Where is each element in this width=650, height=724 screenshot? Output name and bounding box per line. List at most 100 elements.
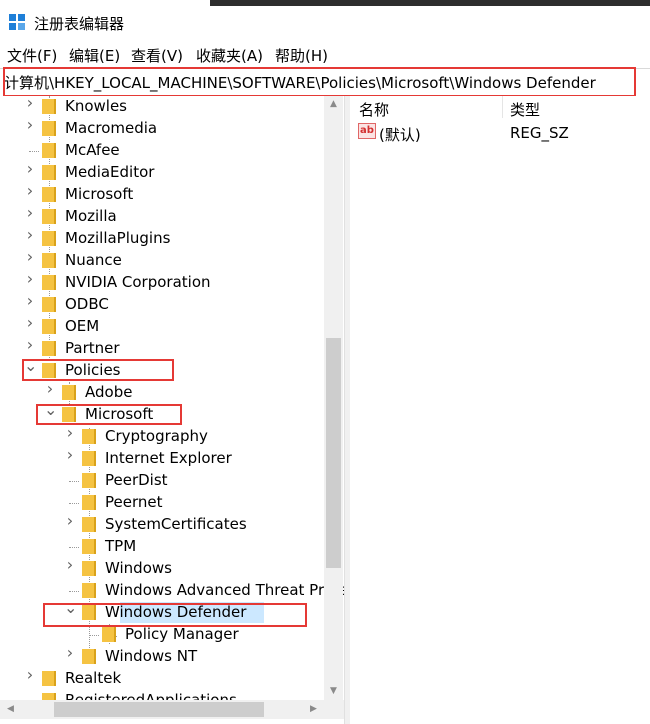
folder-icon	[42, 121, 56, 136]
tree-item-label: Windows Defender	[105, 603, 247, 621]
tree-item-label: Microsoft	[65, 185, 134, 203]
folder-icon	[42, 165, 56, 180]
tree-item[interactable]: › NVIDIA Corporation	[0, 271, 330, 294]
tree-item[interactable]: › ODBC	[0, 293, 330, 316]
tree-item[interactable]: › Microsoft	[0, 183, 330, 206]
chevron-down-icon[interactable]: ⌄	[64, 600, 77, 616]
title-bar-dark-strip	[210, 0, 650, 6]
tree-item[interactable]: › MozillaPlugins	[0, 227, 330, 250]
chevron-down-icon[interactable]: ⌄	[24, 358, 37, 374]
folder-icon	[102, 627, 116, 642]
tree-line	[69, 503, 79, 504]
chevron-right-icon[interactable]: ›	[24, 249, 36, 265]
column-header-type[interactable]: 类型	[510, 99, 540, 120]
menu-view[interactable]: 查看(V)	[131, 45, 183, 66]
chevron-right-icon[interactable]: ›	[64, 513, 76, 529]
string-value-icon: ab	[358, 123, 376, 139]
chevron-right-icon[interactable]: ›	[24, 271, 36, 287]
tree-item-label: Internet Explorer	[105, 449, 232, 467]
tree-item[interactable]: › MediaEditor	[0, 161, 330, 184]
tree-item[interactable]: › Realtek	[0, 667, 330, 690]
tree-item[interactable]: Peernet	[0, 492, 330, 514]
folder-icon	[62, 407, 76, 422]
tree-item[interactable]: Windows Advanced Threat Protection	[0, 580, 344, 602]
folder-icon	[62, 385, 76, 400]
column-separator[interactable]	[502, 96, 503, 118]
tree-item[interactable]: Policy Manager	[0, 624, 330, 646]
tree-item[interactable]: › Knowles	[0, 96, 330, 118]
tree-item[interactable]: › Windows	[0, 557, 330, 580]
tree-item[interactable]: › SystemCertificates	[0, 513, 330, 536]
chevron-right-icon[interactable]: ›	[24, 183, 36, 199]
chevron-right-icon[interactable]: ›	[24, 205, 36, 221]
tree-item-label: OEM	[65, 317, 100, 335]
chevron-right-icon[interactable]: ›	[24, 315, 36, 331]
chevron-right-icon[interactable]: ›	[24, 117, 36, 133]
chevron-right-icon[interactable]: ›	[24, 161, 36, 177]
tree-line	[69, 591, 79, 592]
chevron-right-icon[interactable]: ›	[24, 667, 36, 683]
folder-icon	[82, 605, 96, 620]
folder-icon	[42, 319, 56, 334]
scroll-down-button[interactable]: ▼	[324, 683, 343, 700]
tree-item[interactable]: › Mozilla	[0, 205, 330, 228]
chevron-right-icon[interactable]: ›	[24, 337, 36, 353]
tree-item-label: Adobe	[85, 383, 133, 401]
tree-item-label: McAfee	[65, 141, 120, 159]
chevron-right-icon[interactable]: ›	[64, 425, 76, 441]
tree-item-label: Realtek	[65, 669, 122, 687]
menu-favorites[interactable]: 收藏夹(A)	[196, 45, 263, 66]
chevron-right-icon[interactable]: ›	[44, 381, 56, 397]
folder-icon	[82, 429, 96, 444]
horizontal-scroll-thumb[interactable]	[54, 702, 264, 717]
tree-item-label: Nuance	[65, 251, 122, 269]
vertical-scroll-thumb[interactable]	[326, 338, 341, 568]
tree-vertical-scrollbar[interactable]: ▲ ▼	[324, 96, 343, 700]
scroll-left-button[interactable]: ◀	[2, 700, 19, 719]
menu-file[interactable]: 文件(F)	[7, 45, 57, 66]
chevron-right-icon[interactable]: ›	[64, 645, 76, 661]
menu-help[interactable]: 帮助(H)	[275, 45, 328, 66]
tree-horizontal-scrollbar[interactable]: ◀ ▶	[0, 700, 344, 719]
tree-item[interactable]: ⌄ Microsoft	[0, 402, 330, 426]
value-type: REG_SZ	[510, 124, 569, 142]
tree-item-label: ODBC	[65, 295, 109, 313]
tree-item[interactable]: McAfee	[0, 140, 330, 162]
chevron-down-icon[interactable]: ⌄	[44, 402, 57, 418]
chevron-right-icon[interactable]: ›	[24, 96, 36, 111]
values-pane[interactable]: 名称 类型 ab (默认) REG_SZ	[350, 96, 650, 724]
value-name[interactable]: (默认)	[379, 124, 421, 145]
chevron-right-icon[interactable]: ›	[24, 293, 36, 309]
tree-item-label: NVIDIA Corporation	[65, 273, 211, 291]
menu-bar: 文件(F) 编辑(E) 查看(V) 收藏夹(A) 帮助(H)	[0, 42, 650, 66]
tree-item[interactable]: › Partner	[0, 337, 330, 360]
registry-tree[interactable]: › Knowles › Macromedia McAfee › MediaEditor › Mi…	[0, 96, 344, 724]
folder-icon	[82, 451, 96, 466]
tree-item[interactable]: TPM	[0, 536, 330, 558]
tree-item-label: Windows NT	[105, 647, 198, 665]
tree-item-label: PeerDist	[105, 471, 168, 489]
scroll-right-button[interactable]: ▶	[305, 700, 322, 719]
folder-icon	[42, 143, 56, 158]
chevron-right-icon[interactable]: ›	[64, 447, 76, 463]
tree-item[interactable]: › Windows NT	[0, 645, 330, 668]
tree-item-label: Macromedia	[65, 119, 158, 137]
folder-icon	[42, 253, 56, 268]
address-bar[interactable]: 计算机\HKEY_LOCAL_MACHINE\SOFTWARE\Policies…	[0, 68, 650, 97]
menu-edit[interactable]: 编辑(E)	[69, 45, 120, 66]
tree-item-label: Windows Advanced Threat Protection	[105, 581, 344, 599]
tree-item[interactable]: PeerDist	[0, 470, 330, 492]
address-path[interactable]: 计算机\HKEY_LOCAL_MACHINE\SOFTWARE\Policies…	[4, 72, 596, 93]
window-title: 注册表编辑器	[34, 15, 125, 33]
column-header-name[interactable]: 名称	[359, 99, 389, 120]
tree-item[interactable]: ⌄ Windows Defender	[0, 600, 330, 624]
tree-item[interactable]: › Cryptography	[0, 425, 330, 448]
tree-item[interactable]: › Macromedia	[0, 117, 330, 140]
scroll-up-button[interactable]: ▲	[324, 96, 343, 113]
tree-item[interactable]: › Nuance	[0, 249, 330, 272]
tree-line	[69, 481, 79, 482]
tree-item[interactable]: › OEM	[0, 315, 330, 338]
chevron-right-icon[interactable]: ›	[24, 227, 36, 243]
chevron-right-icon[interactable]: ›	[64, 557, 76, 573]
tree-item[interactable]: › Internet Explorer	[0, 447, 330, 470]
